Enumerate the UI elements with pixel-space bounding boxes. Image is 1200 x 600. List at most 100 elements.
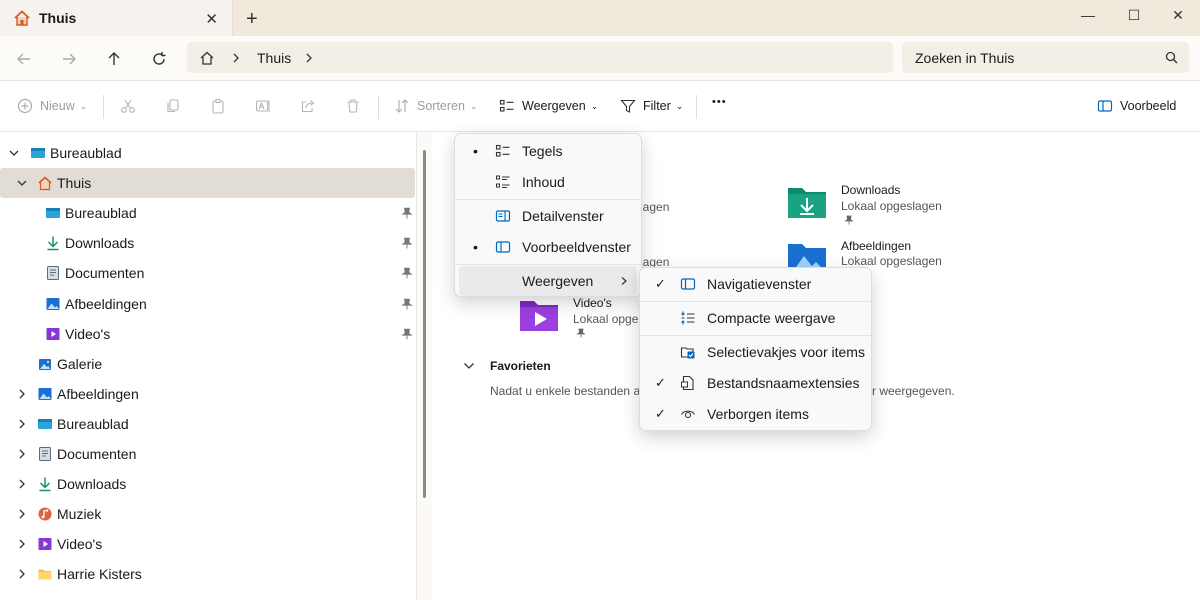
chevron-right-icon[interactable]: [16, 538, 28, 550]
sidebar-item[interactable]: Bureaublad: [0, 138, 415, 168]
back-button[interactable]: [11, 46, 37, 72]
sidebar-item[interactable]: Downloads: [0, 228, 415, 258]
forward-button[interactable]: [56, 46, 82, 72]
minimize-button[interactable]: —: [1066, 0, 1110, 30]
sidebar-item[interactable]: Video's: [0, 319, 415, 349]
menu-item-label: Tegels: [522, 143, 563, 159]
sort-button[interactable]: Sorteren ⌄: [394, 98, 478, 114]
document-icon: [47, 266, 59, 281]
chevron-right-icon[interactable]: [16, 388, 28, 400]
chevron-right-icon[interactable]: [16, 418, 28, 430]
view-button[interactable]: Weergeven ⌄: [499, 98, 598, 114]
search-input[interactable]: Zoeken in Thuis: [902, 42, 1189, 73]
sidebar-item-label: Downloads: [65, 235, 135, 252]
arrow-right-icon: [63, 53, 76, 65]
chevron-right-icon[interactable]: [16, 448, 28, 460]
content-view-icon: [496, 175, 510, 188]
scrollbar-thumb[interactable]: [423, 150, 426, 498]
search-icon[interactable]: [1165, 51, 1178, 64]
view-label: Weergeven: [522, 99, 586, 113]
divider: [103, 95, 104, 119]
new-button[interactable]: Nieuw ⌄: [17, 98, 87, 114]
submenu-item-compact-view[interactable]: Compacte weergave: [644, 303, 867, 333]
share-icon[interactable]: [300, 98, 316, 114]
pin-icon[interactable]: [401, 237, 413, 249]
home-icon[interactable]: [199, 50, 215, 66]
menu-item-preview-pane[interactable]: • Voorbeeldvenster: [459, 232, 637, 262]
breadcrumb-thuis[interactable]: Thuis: [257, 50, 291, 66]
pin-icon[interactable]: [401, 207, 413, 219]
sidebar-item[interactable]: Bureaublad: [0, 198, 415, 228]
file-extension-icon: [681, 375, 694, 391]
sidebar-item[interactable]: Video's: [0, 529, 415, 559]
title-bar: Thuis ✕ + — ☐ ✕: [0, 0, 1200, 36]
pin-icon: [576, 328, 586, 338]
chevron-right-icon[interactable]: [304, 52, 314, 64]
window-close-button[interactable]: ✕: [1156, 0, 1200, 30]
submenu-item-checkboxes[interactable]: Selectievakjes voor items: [644, 337, 867, 367]
navigation-pane[interactable]: Bureaublad Thuis Bureaublad Downloads Docume…: [0, 132, 432, 600]
copy-icon[interactable]: [165, 98, 181, 114]
menu-divider: [640, 335, 871, 336]
sidebar-item-label: Documenten: [57, 446, 137, 462]
submenu-item-label: Compacte weergave: [707, 310, 836, 326]
menu-item-show[interactable]: Weergeven: [459, 266, 637, 296]
chevron-right-icon[interactable]: [16, 568, 28, 580]
delete-icon[interactable]: [345, 98, 361, 114]
close-tab-icon[interactable]: ✕: [205, 10, 218, 28]
menu-item-content[interactable]: Inhoud: [459, 167, 637, 197]
menu-item-tiles[interactable]: • Tegels: [459, 136, 637, 166]
submenu-item-navigation-pane[interactable]: ✓ Navigatievenster: [644, 269, 867, 299]
filter-icon: [620, 99, 636, 113]
up-button[interactable]: [101, 46, 127, 72]
cut-icon[interactable]: [120, 98, 136, 114]
preview-pane-icon: [1097, 100, 1113, 112]
quick-access-name: Downloads: [841, 183, 901, 197]
arrow-up-icon: [108, 52, 120, 65]
sidebar-item[interactable]: Documenten: [0, 439, 415, 469]
sidebar-item[interactable]: Afbeeldingen: [0, 379, 415, 409]
more-options-icon[interactable]: •••: [712, 96, 727, 108]
chevron-right-icon[interactable]: [16, 478, 28, 490]
submenu-item-extensions[interactable]: ✓ Bestandsnaamextensies: [644, 368, 867, 398]
sidebar-item[interactable]: Thuis: [0, 168, 415, 199]
desktop-icon: [46, 208, 60, 219]
sidebar-item[interactable]: Downloads: [0, 469, 415, 499]
sidebar-item-label: Galerie: [57, 355, 103, 372]
new-label: Nieuw: [40, 99, 75, 113]
preview-button[interactable]: Voorbeeld: [1097, 98, 1176, 114]
new-tab-button[interactable]: +: [246, 8, 258, 31]
favorites-heading[interactable]: Favorieten: [490, 359, 551, 373]
rename-icon[interactable]: [255, 98, 271, 114]
pin-icon[interactable]: [401, 298, 413, 310]
chevron-down-icon[interactable]: [16, 177, 28, 189]
pin-icon[interactable]: [401, 267, 413, 279]
sidebar-item-label: Afbeeldingen: [65, 295, 147, 312]
sidebar-item[interactable]: Harrie Kisters: [0, 559, 415, 589]
sidebar-item[interactable]: Muziek: [0, 499, 415, 529]
sidebar-item[interactable]: Bureaublad: [0, 409, 415, 439]
menu-item-label: Detailvenster: [522, 208, 604, 224]
pin-icon[interactable]: [401, 328, 413, 340]
menu-item-details-pane[interactable]: Detailvenster: [459, 201, 637, 231]
refresh-button[interactable]: [146, 46, 172, 72]
tiles-icon: [495, 144, 510, 157]
chevron-right-icon[interactable]: [231, 52, 241, 64]
chevron-right-icon[interactable]: [16, 508, 28, 520]
sidebar-item-label: Bureaublad: [57, 415, 129, 432]
favorites-empty-text: Nadat u enkele bestanden al: [490, 384, 643, 398]
submenu-item-hidden-items[interactable]: ✓ Verborgen items: [644, 399, 867, 429]
filter-button[interactable]: Filter ⌄: [620, 98, 683, 114]
chevron-down-icon[interactable]: [8, 147, 20, 159]
sidebar-item[interactable]: Afbeeldingen: [0, 289, 415, 319]
maximize-button[interactable]: ☐: [1112, 0, 1156, 30]
sidebar-item[interactable]: Galerie: [0, 349, 415, 379]
sidebar-item[interactable]: Documenten: [0, 258, 415, 288]
quick-access-name: Afbeeldingen: [841, 239, 912, 253]
chevron-down-icon[interactable]: [463, 361, 475, 371]
address-bar[interactable]: Thuis: [187, 42, 893, 73]
tab-thuis[interactable]: Thuis ✕: [0, 0, 233, 36]
paste-icon[interactable]: [210, 98, 226, 114]
pictures-folder-icon: [788, 244, 826, 270]
menu-item-label: Weergeven: [522, 273, 594, 289]
